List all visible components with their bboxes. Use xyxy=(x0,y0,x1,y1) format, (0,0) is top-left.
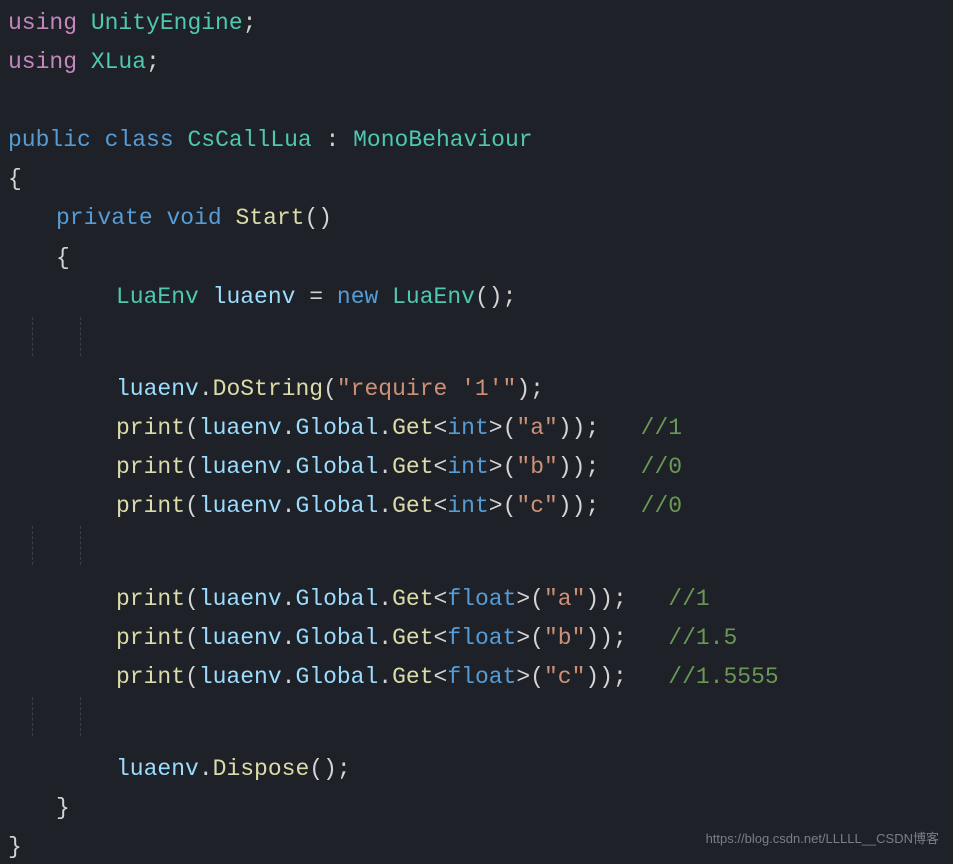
keyword-public: public xyxy=(8,127,91,153)
keyword-using: using xyxy=(8,49,77,75)
variable: luaenv xyxy=(213,284,296,310)
blank-line xyxy=(8,317,945,370)
code-editor[interactable]: using UnityEngine; using XLua; public cl… xyxy=(8,4,945,864)
code-line: print(luaenv.Global.Get<int>("a")); //1 xyxy=(8,409,945,448)
blank-line xyxy=(8,82,945,121)
string: "require '1'" xyxy=(337,376,516,402)
keyword-new: new xyxy=(337,284,378,310)
method: DoString xyxy=(213,376,323,402)
namespace: XLua xyxy=(91,49,146,75)
brace: { xyxy=(8,239,945,278)
comment: //1 xyxy=(668,586,709,612)
brace: { xyxy=(8,160,945,199)
comment: //0 xyxy=(641,493,682,519)
code-line: luaenv.DoString("require '1'"); xyxy=(8,370,945,409)
base-class: MonoBehaviour xyxy=(353,127,532,153)
code-line: print(luaenv.Global.Get<float>("b")); //… xyxy=(8,619,945,658)
code-line: print(luaenv.Global.Get<float>("a")); //… xyxy=(8,580,945,619)
type-float: float xyxy=(447,586,516,612)
code-line: print(luaenv.Global.Get<int>("c")); //0 xyxy=(8,487,945,526)
brace: } xyxy=(8,789,945,828)
code-line: print(luaenv.Global.Get<float>("c")); //… xyxy=(8,658,945,697)
code-line: print(luaenv.Global.Get<int>("b")); //0 xyxy=(8,448,945,487)
code-line: luaenv.Dispose(); xyxy=(8,750,945,789)
comment: //0 xyxy=(641,454,682,480)
type-int: int xyxy=(447,415,488,441)
code-line: using XLua; xyxy=(8,43,945,82)
method-name: Start xyxy=(235,205,304,231)
code-line: LuaEnv luaenv = new LuaEnv(); xyxy=(8,278,945,317)
comment: //1.5 xyxy=(668,625,737,651)
comment: //1 xyxy=(641,415,682,441)
blank-line xyxy=(8,526,945,579)
keyword-void: void xyxy=(166,205,221,231)
code-line: public class CsCallLua : MonoBehaviour xyxy=(8,121,945,160)
namespace: UnityEngine xyxy=(91,10,243,36)
class-name: CsCallLua xyxy=(187,127,311,153)
keyword-class: class xyxy=(105,127,174,153)
code-line: private void Start() xyxy=(8,199,945,238)
keyword-using: using xyxy=(8,10,77,36)
watermark-text: https://blog.csdn.net/LLLLL__CSDN博客 xyxy=(706,828,939,850)
type: LuaEnv xyxy=(116,284,199,310)
blank-line xyxy=(8,697,945,750)
method: Dispose xyxy=(213,756,310,782)
keyword-private: private xyxy=(56,205,153,231)
code-line: using UnityEngine; xyxy=(8,4,945,43)
comment: //1.5555 xyxy=(668,664,778,690)
